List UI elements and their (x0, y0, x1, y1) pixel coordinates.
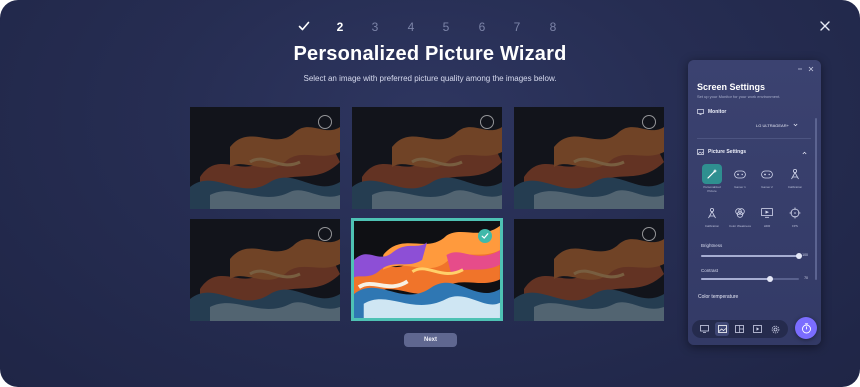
mode-label: Personalized Picture (703, 185, 721, 193)
close-icon[interactable] (808, 66, 814, 72)
step-6: 6 (478, 20, 486, 34)
step-7: 7 (513, 20, 521, 34)
screen-split-icon[interactable] (733, 322, 747, 336)
select-radio[interactable] (318, 115, 332, 129)
settings-icon[interactable] (768, 322, 782, 336)
step-8: 8 (549, 20, 557, 34)
step-2: 2 (336, 20, 344, 34)
step-5: 5 (442, 20, 450, 34)
divider (697, 138, 811, 139)
contrast-value: 70 (804, 276, 808, 280)
chevron-up-icon[interactable] (802, 151, 807, 155)
image-option-6[interactable] (514, 219, 664, 321)
picture-icon[interactable] (715, 322, 730, 336)
chevron-down-icon (793, 123, 798, 127)
checkmark-icon (298, 21, 310, 31)
color-temperature-label: Color temperature (698, 294, 739, 300)
brightness-fill (701, 255, 799, 257)
monitor-name: LG ULTRAGEAR+ (756, 123, 789, 128)
contrast-knob[interactable] (766, 276, 773, 282)
contrast-slider[interactable] (701, 276, 799, 282)
image-option-1[interactable] (190, 107, 340, 209)
mode-fps[interactable]: FPS (783, 203, 807, 229)
mode-color-weakness[interactable]: Color Weakness (728, 203, 752, 229)
brightness-value: 100 (802, 253, 808, 257)
picture-settings-header[interactable]: Picture Settings (697, 149, 746, 155)
mode-gamer-1[interactable]: Gamer 1 (728, 164, 752, 190)
mode-hdr[interactable]: HDR (755, 203, 779, 229)
selected-check[interactable] (478, 229, 492, 243)
mode-gamer-2[interactable]: Gamer 2 (755, 164, 779, 190)
mode-label: HDR (763, 224, 771, 228)
hdr-icon (757, 203, 777, 223)
panel-dock (692, 320, 788, 338)
gamepad-icon (730, 164, 750, 184)
image-option-5-selected[interactable] (351, 218, 503, 321)
checkmark-icon (481, 233, 489, 239)
screen-settings-panel: Screen Settings Set up your Monitor for … (688, 60, 821, 345)
mode-label: Color Weakness (729, 224, 751, 228)
brightness-slider[interactable] (701, 253, 802, 259)
panel-scrollbar[interactable] (815, 118, 817, 280)
step-3: 3 (371, 20, 379, 34)
monitor-icon (697, 109, 704, 115)
mode-label: Gamer 2 (761, 185, 773, 189)
select-radio[interactable] (642, 115, 656, 129)
mode-personalized-picture[interactable]: Personalized Picture (700, 164, 724, 193)
monitor-select[interactable]: LG ULTRAGEAR+ (756, 123, 798, 128)
media-icon[interactable] (751, 322, 765, 336)
panel-title: Screen Settings (697, 82, 766, 92)
calibration-icon (785, 164, 805, 184)
brightness-knob[interactable] (796, 253, 802, 259)
close-icon (820, 21, 830, 31)
gamepad-icon (757, 164, 777, 184)
monitor-label: Monitor (708, 109, 727, 115)
panel-window-controls (797, 66, 814, 72)
mode-label: FPS (792, 224, 798, 228)
brightness-label: Brightness (701, 243, 723, 248)
mode-calibration[interactable]: Calibration (783, 164, 807, 190)
select-radio[interactable] (642, 227, 656, 241)
display-icon[interactable] (698, 322, 712, 336)
quick-action-button[interactable] (795, 317, 817, 339)
mode-calibration-2[interactable]: Calibration (700, 203, 724, 229)
calibration-icon (702, 203, 722, 223)
step-4: 4 (407, 20, 415, 34)
contrast-label: Contrast (701, 268, 719, 273)
mode-label: Gamer 1 (734, 185, 746, 189)
select-radio[interactable] (480, 115, 494, 129)
image-option-3[interactable] (514, 107, 664, 209)
panel-subtitle: Set up your Monitor for your work enviro… (697, 94, 781, 99)
minimize-icon[interactable] (797, 66, 803, 72)
wizard-window: 2 3 4 5 6 7 8 Personalized Picture Wizar… (0, 0, 860, 387)
image-option-4[interactable] (190, 219, 340, 321)
close-button[interactable] (818, 19, 832, 33)
picture-icon (697, 149, 704, 155)
next-button[interactable]: Next (404, 333, 457, 347)
monitor-section-header[interactable]: Monitor (697, 109, 726, 115)
timer-icon (801, 322, 811, 333)
mode-label: Calibration (704, 224, 720, 228)
wand-icon (702, 164, 722, 184)
mode-label: Calibration (787, 185, 803, 189)
select-radio[interactable] (318, 227, 332, 241)
crosshair-icon (785, 203, 805, 223)
picture-settings-label: Picture Settings (708, 149, 747, 155)
image-option-2[interactable] (352, 107, 502, 209)
contrast-fill (701, 278, 770, 280)
color-weakness-icon (730, 203, 750, 223)
step-1-done (294, 18, 314, 32)
